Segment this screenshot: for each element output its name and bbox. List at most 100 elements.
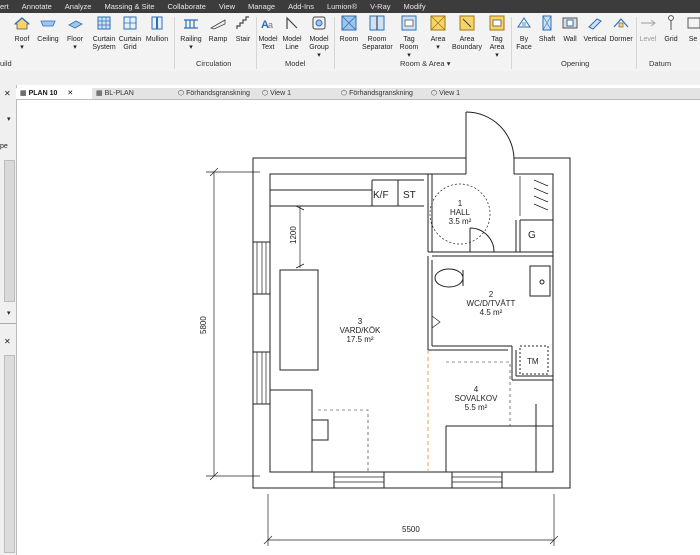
- menu-bar: ert Annotate Analyze Massing & Site Coll…: [0, 0, 700, 13]
- tab-close-icon[interactable]: ✕: [67, 90, 73, 97]
- stair-icon: [236, 16, 249, 29]
- tab-forhandsgranskning-2[interactable]: ⬡ Förhandsgranskning: [341, 88, 433, 99]
- group-room-area-label[interactable]: Room & Area ▾: [400, 59, 450, 68]
- model-text-button[interactable]: Aa Model Text: [257, 15, 279, 52]
- level-button[interactable]: Level: [638, 15, 658, 44]
- curtain-system-button[interactable]: Curtain System: [90, 15, 118, 52]
- tag-room-button[interactable]: Tag Room ▾: [396, 15, 422, 60]
- area-button[interactable]: Area ▾: [426, 15, 450, 52]
- ribbon: Roof ▾ Ceiling Floor ▾ Curtain System Curt…: [0, 13, 700, 72]
- room-1-number: 1: [458, 199, 463, 208]
- room-2-area: 4.5 m²: [480, 308, 503, 317]
- menu-lumion[interactable]: Lumion®: [327, 2, 357, 11]
- tab-plan-10[interactable]: ▦ PLAN 10 ✕: [16, 88, 92, 99]
- room-button[interactable]: Room: [337, 15, 361, 44]
- tab-view-1-b[interactable]: ⬡ View 1: [431, 88, 511, 99]
- st-label: ST: [403, 190, 416, 201]
- tag-area-icon: [489, 15, 505, 31]
- plan-view-icon: ▦: [96, 90, 103, 97]
- tag-room-icon: [401, 15, 417, 31]
- ramp-icon: [210, 19, 226, 30]
- menu-analyze[interactable]: Analyze: [65, 2, 92, 11]
- room-3-area: 17.5 m²: [346, 335, 373, 344]
- vertical-opening-button[interactable]: Vertical: [582, 15, 608, 44]
- dormer-button[interactable]: Dormer: [608, 15, 634, 44]
- toolbar-gap: [0, 71, 700, 85]
- curtain-grid-icon: [123, 16, 137, 30]
- menu-massing-site[interactable]: Massing & Site: [104, 2, 154, 11]
- floor-button[interactable]: Floor ▾: [64, 15, 86, 52]
- panel-dropdown-icon[interactable]: ▾: [7, 115, 11, 123]
- room-separator-icon: [369, 15, 385, 31]
- floor-plan: G K/F ST 1200 TM 5800 5500 1 HALL 3.5 m²…: [199, 111, 571, 546]
- ribbon-separator: [174, 17, 175, 69]
- set-button[interactable]: Se: [686, 15, 700, 44]
- panel-divider: [0, 323, 16, 324]
- menu-collaborate[interactable]: Collaborate: [168, 2, 206, 11]
- model-group-button[interactable]: Model Group ▾: [306, 15, 332, 60]
- room-2-number: 2: [489, 290, 494, 299]
- mullion-icon: [151, 16, 163, 30]
- group-model-label: Model: [285, 59, 306, 68]
- menu-manage[interactable]: Manage: [248, 2, 275, 11]
- wall-opening-button[interactable]: Wall: [560, 15, 580, 44]
- room-4-number: 4: [474, 385, 479, 394]
- menu-modify[interactable]: Modify: [404, 2, 426, 11]
- menu-insert[interactable]: ert: [0, 2, 9, 11]
- set-icon: [687, 17, 700, 29]
- room-3-number: 3: [358, 317, 363, 326]
- panel-scrollbar[interactable]: [4, 160, 15, 302]
- tag-area-button[interactable]: Tag Area ▾: [485, 15, 509, 60]
- room-4-area: 5.5 m²: [465, 403, 488, 412]
- group-build-label: uild: [0, 59, 12, 68]
- model-line-button[interactable]: Model Line: [281, 15, 303, 52]
- ceiling-button[interactable]: Ceiling: [36, 15, 60, 44]
- menu-view[interactable]: View: [219, 2, 235, 11]
- panel-close-icon[interactable]: ✕: [4, 89, 11, 98]
- room-1-area: 3.5 m²: [449, 217, 472, 226]
- room-separator-button[interactable]: Room Separator: [362, 15, 393, 52]
- svg-text:a: a: [268, 20, 273, 30]
- 3d-view-icon: ⬡: [178, 90, 185, 97]
- by-face-button[interactable]: By Face: [513, 15, 535, 52]
- mullion-button[interactable]: Mullion: [144, 15, 170, 44]
- ribbon-separator: [334, 17, 335, 69]
- railing-button[interactable]: Railing ▾: [179, 15, 203, 52]
- by-face-icon: [517, 17, 531, 28]
- tm-label: TM: [527, 357, 539, 366]
- grid-button[interactable]: Grid: [661, 15, 681, 44]
- tab-view-1-a[interactable]: ⬡ View 1: [262, 88, 342, 99]
- g-label: G: [528, 230, 536, 241]
- curtain-grid-button[interactable]: Curtain Grid: [118, 15, 142, 52]
- group-circulation-label: Circulation: [196, 59, 232, 68]
- tab-forhandsgranskning-1[interactable]: ⬡ Förhandsgranskning: [178, 88, 270, 99]
- 3d-view-icon: ⬡: [262, 90, 269, 97]
- curtain-system-icon: [97, 16, 111, 30]
- model-group-icon: [312, 16, 326, 30]
- panel-scroll-down-icon[interactable]: ▾: [7, 309, 11, 317]
- vertical-opening-icon: [588, 18, 602, 30]
- menu-annotate[interactable]: Annotate: [22, 2, 52, 11]
- menu-add-ins[interactable]: Add-Ins: [288, 2, 314, 11]
- tab-bl-plan[interactable]: ▦ BL-PLAN: [96, 88, 176, 99]
- ramp-button[interactable]: Ramp: [207, 15, 229, 44]
- plan-view-icon: ▦: [20, 90, 27, 97]
- model-line-icon: [286, 16, 298, 29]
- roof-button[interactable]: Roof ▾: [12, 15, 32, 52]
- shaft-button[interactable]: Shaft: [536, 15, 558, 44]
- stair-button[interactable]: Stair: [232, 15, 254, 44]
- dim-kitchen-depth: 1200: [289, 226, 298, 244]
- group-datum-label: Datum: [649, 59, 672, 68]
- entrance-door-swing: [465, 111, 515, 159]
- room-4-name: SOVALKOV: [455, 394, 499, 403]
- browser-scrollbar[interactable]: [4, 355, 15, 553]
- level-icon: [641, 19, 656, 27]
- roof-icon: [13, 17, 31, 30]
- area-boundary-button[interactable]: Area Boundary: [451, 15, 483, 52]
- room-3-name: VARD/KÖK: [340, 326, 381, 335]
- menu-vray[interactable]: V-Ray: [370, 2, 390, 11]
- ribbon-separator: [511, 17, 512, 69]
- browser-close-icon[interactable]: ✕: [4, 337, 11, 346]
- model-text-icon: Aa: [261, 19, 273, 31]
- drawing-canvas[interactable]: G K/F ST 1200 TM 5800 5500 1 HALL 3.5 m²…: [17, 100, 700, 555]
